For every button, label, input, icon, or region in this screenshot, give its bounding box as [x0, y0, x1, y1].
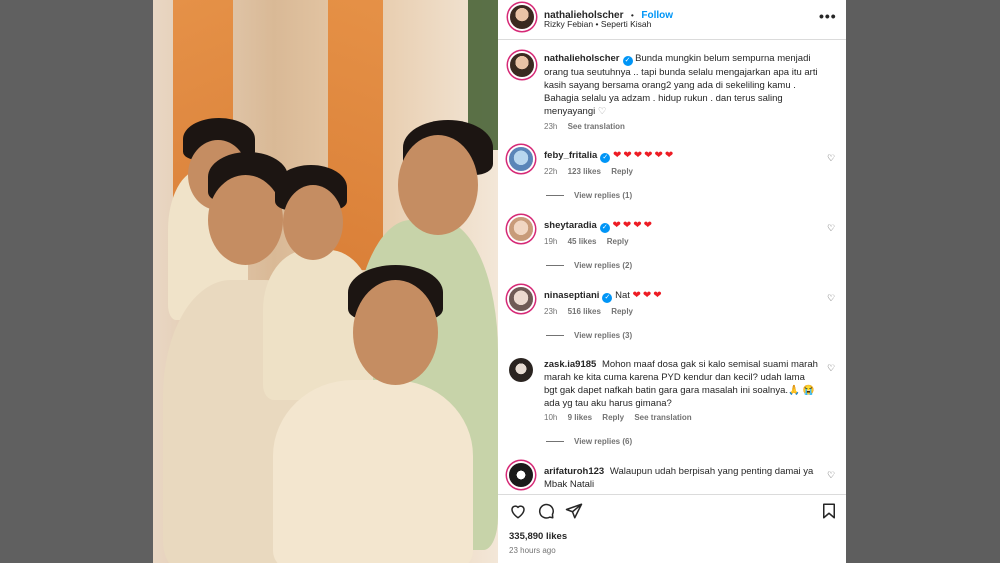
header-divider — [498, 39, 846, 40]
share-send-icon[interactable] — [565, 502, 583, 520]
view-replies-button[interactable]: View replies (3) — [546, 331, 632, 340]
post-header: nathalieholscher • Follow Rizky Febian •… — [498, 0, 846, 38]
verified-badge-icon: ✓ — [599, 223, 610, 233]
post-timestamp: 23 hours ago — [509, 546, 556, 555]
reply-button[interactable]: Reply — [611, 167, 633, 176]
replies-line — [546, 195, 564, 197]
post-photo[interactable] — [153, 0, 498, 563]
see-translation-link[interactable]: See translation — [568, 122, 625, 131]
comment-username[interactable]: zask.ia9185 — [544, 359, 596, 370]
caption-time: 23h — [544, 122, 558, 131]
comment-emoji-hearts: ❤❤❤ — [632, 290, 664, 301]
comment-username[interactable]: sheytaradia — [544, 220, 597, 231]
more-options-icon[interactable]: ••• — [819, 8, 837, 24]
view-replies-button[interactable]: View replies (6) — [546, 437, 632, 446]
comment-username[interactable]: ninaseptiani — [544, 290, 599, 301]
photo-face — [353, 280, 438, 385]
audio-attribution[interactable]: Rizky Febian • Seperti Kisah — [544, 19, 651, 29]
comment-text: arifaturoh123 Walaupun udah berpisah yan… — [544, 465, 822, 491]
comment-time: 23h — [544, 307, 558, 316]
comment-meta: 23h 516 likes Reply — [544, 307, 641, 316]
comment-text: zask.ia9185 Mohon maaf dosa gak si kalo … — [544, 358, 820, 410]
reply-button[interactable]: Reply — [607, 237, 629, 246]
commenter-avatar[interactable] — [509, 217, 533, 241]
view-replies-label: View replies (6) — [574, 437, 633, 446]
comment-text: sheytaradia ✓ ❤❤❤❤ — [544, 219, 822, 233]
comment-meta: 19h 45 likes Reply — [544, 237, 637, 246]
view-replies-label: View replies (3) — [574, 331, 633, 340]
comment-text: ninaseptiani ✓ Nat ❤❤❤ — [544, 289, 822, 303]
comment-meta: 10h 9 likes Reply See translation — [544, 413, 700, 422]
verified-badge-icon: ✓ — [600, 153, 611, 163]
like-comment-heart-icon[interactable]: ♡ — [827, 153, 835, 164]
actions-divider — [498, 494, 846, 495]
page-backdrop-right — [846, 0, 1000, 563]
photo-face — [398, 135, 478, 235]
comment-username[interactable]: arifaturoh123 — [544, 466, 604, 477]
comment-likes[interactable]: 9 likes — [568, 413, 592, 422]
comment-likes[interactable]: 45 likes — [568, 237, 597, 246]
comment-username[interactable]: feby_fritalia — [544, 150, 597, 161]
view-replies-button[interactable]: View replies (1) — [546, 191, 632, 200]
replies-line — [546, 335, 564, 337]
commenter-avatar[interactable] — [509, 358, 533, 382]
like-comment-heart-icon[interactable]: ♡ — [827, 223, 835, 234]
like-comment-heart-icon[interactable]: ♡ — [827, 293, 835, 304]
photo-face — [283, 185, 343, 260]
comment-likes[interactable]: 123 likes — [568, 167, 601, 176]
like-comment-heart-icon[interactable]: ♡ — [827, 363, 835, 374]
like-comment-heart-icon[interactable]: ♡ — [827, 470, 835, 481]
comment-text: feby_fritalia ✓ ❤❤❤❤❤❤ — [544, 149, 822, 163]
post-like-count[interactable]: 335,890 likes — [509, 531, 567, 542]
comment-time: 19h — [544, 237, 558, 246]
page-backdrop-left — [0, 0, 153, 563]
post-side-panel: nathalieholscher • Follow Rizky Febian •… — [498, 0, 846, 563]
caption-text: nathalieholscher ✓ Bunda mungkin belum se… — [544, 52, 822, 118]
comment-meta: 22h 123 likes Reply — [544, 167, 641, 176]
commenter-avatar[interactable] — [509, 147, 533, 171]
comment-content: Nat — [615, 290, 630, 301]
see-translation-link[interactable]: See translation — [634, 413, 691, 422]
verified-badge-icon: ✓ — [622, 56, 633, 66]
save-bookmark-icon[interactable] — [820, 502, 838, 520]
caption-meta: 23h See translation — [544, 122, 633, 131]
verified-badge-icon: ✓ — [602, 293, 613, 303]
comment-bubble-icon[interactable] — [537, 502, 555, 520]
comment-time: 10h — [544, 413, 558, 422]
view-replies-label: View replies (2) — [574, 261, 633, 270]
photo-face — [208, 175, 283, 265]
view-replies-button[interactable]: View replies (2) — [546, 261, 632, 270]
replies-line — [546, 265, 564, 267]
reply-button[interactable]: Reply — [611, 307, 633, 316]
photo-person — [273, 380, 473, 563]
caption-heart-icon: ♡ — [597, 106, 607, 117]
comment-likes[interactable]: 516 likes — [568, 307, 601, 316]
caption-avatar[interactable] — [510, 53, 534, 77]
reply-button[interactable]: Reply — [602, 413, 624, 422]
view-replies-label: View replies (1) — [574, 191, 633, 200]
comment-emoji-hearts: ❤❤❤❤ — [612, 220, 654, 231]
action-bar — [498, 500, 846, 524]
like-heart-icon[interactable] — [509, 502, 527, 520]
caption-username[interactable]: nathalieholscher — [544, 53, 620, 64]
replies-line — [546, 441, 564, 443]
comment-emoji-hearts: ❤❤❤❤❤❤ — [612, 150, 676, 161]
commenter-avatar[interactable] — [509, 287, 533, 311]
commenter-avatar[interactable] — [509, 463, 533, 487]
author-avatar[interactable] — [510, 5, 534, 29]
comment-time: 22h — [544, 167, 558, 176]
